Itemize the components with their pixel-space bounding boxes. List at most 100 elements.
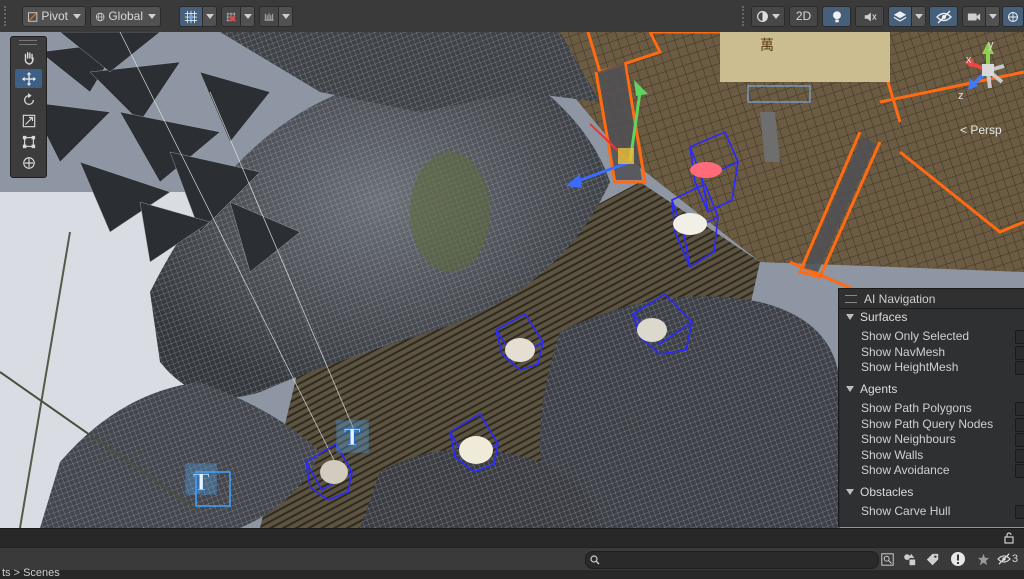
toolbar-grip[interactable]: [4, 6, 14, 26]
gizmos-toggle[interactable]: [1002, 6, 1024, 27]
globe-icon: [95, 12, 105, 21]
move-tool-button[interactable]: [15, 69, 42, 88]
svg-text:T: T: [344, 425, 361, 451]
chevron-down-icon: [914, 14, 923, 19]
chevron-down-icon: [988, 14, 997, 19]
axis-label-y: y: [988, 39, 994, 51]
camera-settings-menu[interactable]: [985, 6, 1000, 27]
tool-palette: [10, 36, 47, 178]
scale-tool-button[interactable]: [15, 111, 42, 130]
section-surfaces[interactable]: Surfaces: [846, 310, 907, 324]
chevron-down-icon: [281, 14, 290, 19]
panel-splitter[interactable]: [0, 528, 1024, 548]
palette-grip[interactable]: [19, 40, 37, 45]
chevron-down-icon: [243, 14, 252, 19]
effects-menu[interactable]: [911, 6, 926, 27]
scene-toolbar: Pivot Global 2D: [0, 0, 1024, 33]
hidden-packages-toggle[interactable]: 3: [997, 550, 1024, 568]
show-avoidance-checkbox[interactable]: [1015, 464, 1024, 478]
shapes-icon: [903, 553, 915, 565]
show-neighbours-checkbox[interactable]: [1015, 433, 1024, 447]
global-label: Global: [108, 9, 143, 23]
effects-layers-icon: [893, 11, 907, 22]
audio-toggle[interactable]: [855, 6, 884, 27]
rotate-icon: [23, 92, 34, 105]
show-path-polygons-checkbox[interactable]: [1015, 402, 1024, 416]
log-types-button[interactable]: [947, 549, 969, 569]
option-show-path-query-nodes: Show Path Query Nodes: [861, 417, 994, 431]
lightbulb-icon: [832, 10, 841, 22]
grid-snap-menu[interactable]: [202, 6, 217, 27]
pivot-label: Pivot: [41, 9, 68, 23]
increment-snap-menu[interactable]: [240, 6, 255, 27]
section-agents[interactable]: Agents: [846, 382, 897, 396]
orientation-gizmo[interactable]: y x z: [958, 39, 1020, 112]
scene-visibility-toggle[interactable]: [929, 6, 958, 27]
chevron-down-icon: [148, 14, 156, 19]
transform-icon: [22, 156, 35, 169]
chevron-down-icon: [772, 14, 780, 19]
rotate-tool-button[interactable]: [15, 90, 42, 109]
rect-transform-icon: [22, 135, 35, 148]
projection-toggle[interactable]: < Persp: [960, 123, 1002, 137]
ruler-menu[interactable]: [278, 6, 293, 27]
tag-icon: [926, 553, 938, 565]
search-by-label-button[interactable]: [922, 550, 942, 568]
rect-tool-button[interactable]: [15, 132, 42, 151]
option-show-avoidance: Show Avoidance: [861, 463, 950, 477]
option-show-path-polygons: Show Path Polygons: [861, 401, 972, 415]
foldout-arrow-icon: [846, 314, 854, 320]
show-heightmesh-checkbox[interactable]: [1015, 361, 1024, 375]
search-by-type-button[interactable]: [877, 550, 897, 568]
show-only-selected-checkbox[interactable]: [1015, 330, 1024, 344]
option-show-heightmesh: Show HeightMesh: [861, 360, 959, 374]
chevron-down-icon: [205, 14, 214, 19]
lock-icon[interactable]: [1003, 532, 1015, 544]
shading-mode-icon: [757, 11, 768, 22]
pivot-dropdown[interactable]: Pivot: [22, 6, 86, 27]
show-navmesh-checkbox[interactable]: [1015, 346, 1024, 360]
hand-icon: [24, 51, 34, 65]
global-dropdown[interactable]: Global: [90, 6, 161, 27]
hand-tool-button[interactable]: [15, 48, 42, 67]
option-show-navmesh: Show NavMesh: [861, 345, 946, 359]
star-icon: [977, 553, 989, 565]
option-show-neighbours: Show Neighbours: [861, 432, 956, 446]
breadcrumb-path[interactable]: ts > Scenes: [2, 568, 60, 579]
show-path-query-nodes-checkbox[interactable]: [1015, 418, 1024, 432]
sign-text: 萬: [760, 38, 774, 54]
transform-tool-button[interactable]: [15, 153, 42, 172]
section-label: Agents: [860, 382, 898, 396]
ruler-toggle[interactable]: [259, 6, 279, 27]
camera-settings-button[interactable]: [962, 6, 986, 27]
breadcrumb: ts > Scenes: [0, 568, 1024, 579]
favorites-button[interactable]: [973, 550, 993, 568]
section-label: Obstacles: [860, 485, 914, 499]
text-object-icon[interactable]: T: [336, 420, 369, 453]
increment-snap-toggle[interactable]: [221, 6, 241, 27]
search-by-asset-type-button[interactable]: [899, 550, 919, 568]
lighting-toggle[interactable]: [822, 6, 851, 27]
move-arrows-icon: [21, 71, 36, 86]
draw-mode-dropdown[interactable]: [751, 6, 785, 27]
search-by-type-icon: [880, 552, 894, 566]
speaker-muted-icon: [864, 12, 877, 21]
effects-toggle[interactable]: [888, 6, 912, 27]
drag-handle-icon[interactable]: [845, 295, 857, 303]
hidden-count: 3: [1012, 553, 1019, 565]
scale-icon: [22, 114, 35, 127]
increment-snap-icon: [226, 12, 236, 21]
svg-text:T: T: [193, 470, 210, 496]
section-label: Surfaces: [860, 310, 908, 324]
search-icon: [590, 555, 600, 565]
grid-snap-toggle[interactable]: [179, 6, 203, 27]
overlay-header[interactable]: AI Navigation: [839, 289, 1024, 309]
show-walls-checkbox[interactable]: [1015, 449, 1024, 463]
2d-mode-toggle[interactable]: 2D: [789, 6, 818, 27]
project-search-input[interactable]: [585, 551, 879, 569]
axis-label-x: x: [966, 54, 972, 66]
camera-icon: [967, 13, 981, 20]
foldout-arrow-icon: [846, 489, 854, 495]
section-obstacles[interactable]: Obstacles: [846, 485, 913, 499]
show-carve-hull-checkbox[interactable]: [1015, 505, 1024, 519]
